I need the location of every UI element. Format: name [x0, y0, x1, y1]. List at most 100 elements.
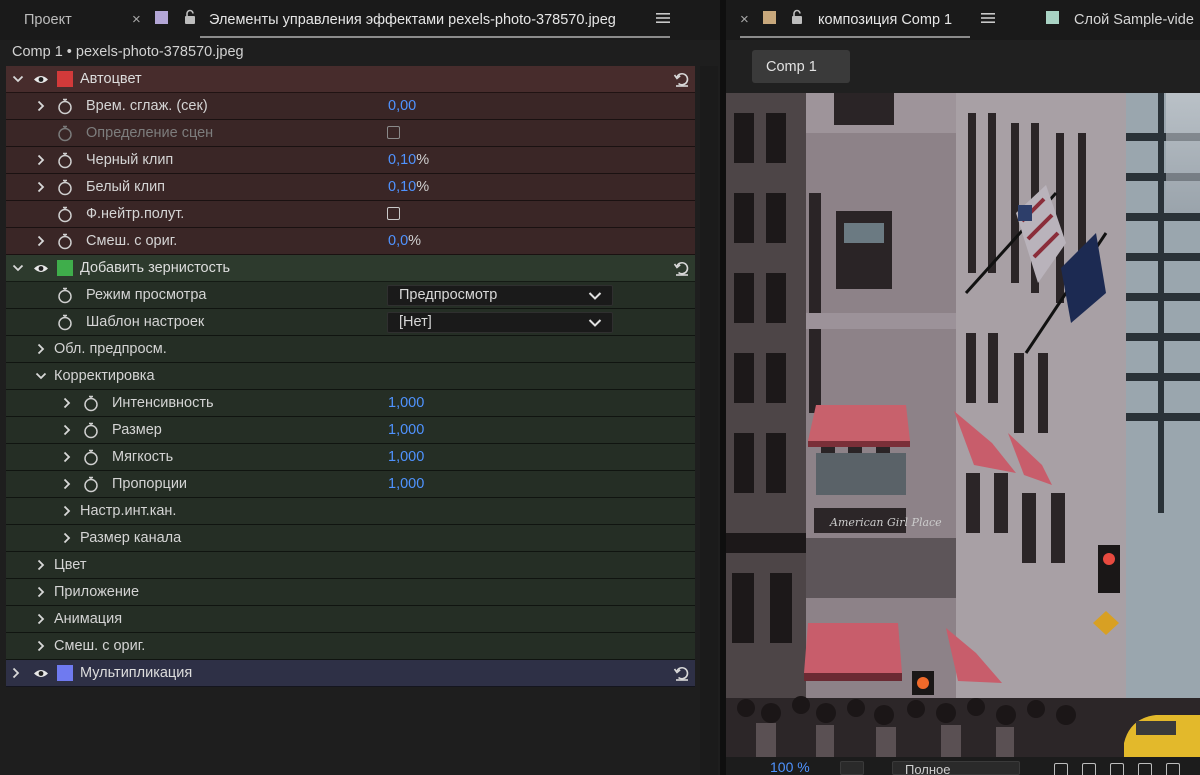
chevron-right-icon[interactable]	[35, 586, 47, 598]
chevron-right-icon[interactable]	[61, 505, 73, 517]
tab-layer[interactable]: Слой Sample-vide	[1074, 12, 1194, 28]
group-row[interactable]: Размер канала	[6, 525, 695, 552]
property-label: Шаблон настроек	[86, 314, 205, 330]
chevron-right-icon[interactable]	[61, 532, 73, 544]
group-label: Смеш. с ориг.	[54, 638, 146, 654]
group-row[interactable]: Приложение	[6, 579, 695, 606]
effect-header-add-grain[interactable]: Добавить зернистость	[6, 255, 695, 282]
chevron-right-icon[interactable]	[35, 613, 47, 625]
lock-icon[interactable]	[790, 9, 804, 25]
group-row[interactable]: Анимация	[6, 606, 695, 633]
chevron-right-icon[interactable]	[35, 181, 47, 193]
property-value[interactable]: 0,10%	[388, 179, 429, 195]
stopwatch-icon[interactable]	[83, 476, 99, 493]
chevron-right-icon[interactable]	[35, 640, 47, 652]
group-label: Размер канала	[80, 530, 182, 546]
tab-close-icon[interactable]: ×	[132, 11, 141, 28]
property-value[interactable]: 1,000	[388, 422, 424, 438]
effect-header-multiply[interactable]: Мультипликация	[6, 660, 695, 687]
reset-icon[interactable]	[673, 664, 691, 682]
property-value[interactable]: 1,000	[388, 395, 424, 411]
group-row[interactable]: Обл. предпросм.	[6, 336, 695, 363]
group-label: Корректировка	[54, 368, 155, 384]
stopwatch-icon[interactable]	[83, 449, 99, 466]
stopwatch-icon[interactable]	[57, 98, 73, 115]
effect-color-swatch	[57, 260, 73, 276]
chevron-down-icon[interactable]	[12, 73, 24, 85]
chevron-right-icon[interactable]	[61, 397, 73, 409]
property-label: Размер	[112, 422, 162, 438]
channel-icon[interactable]	[1166, 763, 1180, 775]
stopwatch-icon[interactable]	[57, 179, 73, 196]
stopwatch-icon[interactable]	[57, 152, 73, 169]
stopwatch-icon[interactable]	[57, 314, 73, 331]
chevron-right-icon[interactable]	[35, 559, 47, 571]
property-value[interactable]: 1,000	[388, 476, 424, 492]
reset-icon[interactable]	[673, 259, 691, 277]
group-label: Настр.инт.кан.	[80, 503, 177, 519]
chevron-right-icon[interactable]	[35, 154, 47, 166]
preset-dropdown[interactable]: [Нет]	[387, 312, 613, 333]
chevron-right-icon[interactable]	[35, 100, 47, 112]
region-of-interest-icon[interactable]	[1054, 763, 1068, 775]
eye-icon[interactable]	[33, 263, 49, 274]
stopwatch-icon[interactable]	[57, 206, 73, 223]
property-value[interactable]: 0,0%	[388, 233, 421, 249]
panel-scrollbar-track[interactable]	[700, 66, 718, 775]
group-row[interactable]: Настр.инт.кан.	[6, 498, 695, 525]
effect-list: Автоцвет Врем. сглаж. (сек) 0,00 Определ…	[6, 66, 695, 687]
property-row: Интенсивность 1,000	[6, 390, 695, 417]
zoom-level[interactable]: 100 %	[770, 759, 810, 775]
stopwatch-icon[interactable]	[83, 395, 99, 412]
tab-composition[interactable]: композиция Comp 1	[818, 12, 952, 28]
property-row: Белый клип 0,10%	[6, 174, 695, 201]
reset-icon[interactable]	[673, 70, 691, 88]
stopwatch-icon[interactable]	[57, 287, 73, 304]
property-row: Пропорции 1,000	[6, 471, 695, 498]
chevron-down-icon[interactable]	[12, 262, 24, 274]
property-value[interactable]: 1,000	[388, 449, 424, 465]
stopwatch-icon[interactable]	[83, 422, 99, 439]
composition-viewer[interactable]: American Girl Place	[726, 93, 1200, 757]
tab-project[interactable]: Проект	[24, 12, 72, 28]
dropdown-value: Предпросмотр	[399, 287, 498, 303]
chevron-right-icon[interactable]	[61, 451, 73, 463]
mask-visibility-icon[interactable]	[1110, 763, 1124, 775]
tab-effect-controls[interactable]: Элементы управления эффектами pexels-pho…	[209, 12, 616, 28]
property-label: Пропорции	[112, 476, 188, 492]
chevron-right-icon[interactable]	[10, 667, 22, 679]
effect-name: Мультипликация	[80, 665, 193, 681]
chevron-right-icon[interactable]	[35, 235, 47, 247]
transparency-grid-icon[interactable]	[1082, 763, 1096, 775]
group-row-expanded[interactable]: Корректировка	[6, 363, 695, 390]
chevron-right-icon[interactable]	[35, 343, 47, 355]
group-row[interactable]: Смеш. с ориг.	[6, 633, 695, 660]
stopwatch-icon[interactable]	[57, 233, 73, 250]
view-mode-dropdown[interactable]: Предпросмотр	[387, 285, 613, 306]
chevron-down-icon[interactable]	[35, 370, 47, 382]
snapshot-icon[interactable]	[1138, 763, 1152, 775]
active-tab-underline	[200, 36, 670, 38]
panel-menu-icon[interactable]	[656, 12, 670, 24]
property-value[interactable]: 0,10%	[388, 152, 429, 168]
eye-icon[interactable]	[33, 74, 49, 85]
eye-icon[interactable]	[33, 668, 49, 679]
panel-menu-icon[interactable]	[981, 12, 995, 24]
property-label: Ф.нейтр.полут.	[86, 206, 185, 222]
zoom-dropdown-button[interactable]	[840, 761, 864, 775]
chevron-right-icon[interactable]	[61, 424, 73, 436]
group-row[interactable]: Цвет	[6, 552, 695, 579]
property-value[interactable]: 0,00	[388, 98, 416, 114]
chevron-right-icon[interactable]	[61, 478, 73, 490]
effect-header-autocolor[interactable]: Автоцвет	[6, 66, 695, 93]
scene-detect-checkbox[interactable]	[387, 126, 400, 139]
neutral-midtones-checkbox[interactable]	[387, 207, 400, 220]
property-label: Врем. сглаж. (сек)	[86, 98, 208, 114]
comp-breadcrumb-button[interactable]: Comp 1	[752, 50, 850, 83]
effect-name: Добавить зернистость	[80, 260, 231, 276]
lock-icon[interactable]	[183, 9, 197, 25]
property-row: Режим просмотра Предпросмотр	[6, 282, 695, 309]
tab-close-icon[interactable]: ×	[740, 11, 749, 28]
property-row: Смеш. с ориг. 0,0%	[6, 228, 695, 255]
resolution-dropdown[interactable]: Полное	[892, 761, 1020, 775]
